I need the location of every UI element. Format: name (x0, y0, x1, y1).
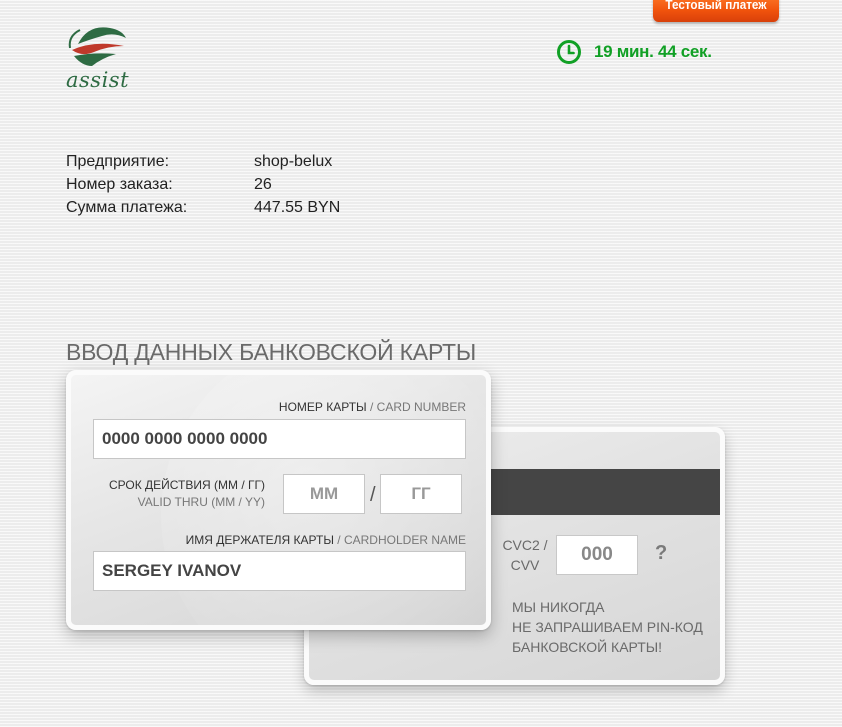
cardholder-label: ИМЯ ДЕРЖАТЕЛЯ КАРТЫ / CARDHOLDER NAME (186, 533, 466, 547)
pin-warning: МЫ НИКОГДА НЕ ЗАПРАШИВАЕМ PIN-КОД БАНКОВ… (512, 599, 703, 655)
cvc-input[interactable]: 000 (556, 535, 638, 575)
card-number-label-en: / CARD NUMBER (366, 400, 466, 414)
cardholder-input[interactable]: SERGEY IVANOV (93, 551, 466, 591)
order-number-value: 26 (254, 176, 272, 193)
session-timer: 19 мин. 44 сек. (556, 39, 712, 65)
merchant-label: Предприятие: (66, 153, 170, 170)
card-number-label: НОМЕР КАРТЫ / CARD NUMBER (279, 400, 466, 414)
cvc-help-icon[interactable]: ? (655, 542, 667, 565)
expiry-year-input[interactable]: ГГ (380, 474, 462, 514)
timer-text: 19 мин. 44 сек. (594, 42, 712, 61)
clock-icon (557, 40, 581, 64)
card-number-input[interactable]: 0000 0000 0000 0000 (93, 419, 466, 459)
cardholder-label-en: / CARDHOLDER NAME (333, 533, 466, 547)
card-front: НОМЕР КАРТЫ / CARD NUMBER 0000 0000 0000… (66, 370, 491, 630)
expiry-label: СРОК ДЕЙСТВИЯ (ММ / ГГ) VALID THRU (MM /… (109, 477, 265, 511)
expiry-slash: / (370, 484, 376, 506)
section-title: ВВОД ДАННЫХ БАНКОВСКОЙ КАРТЫ (66, 339, 477, 365)
expiry-label-ru: СРОК ДЕЙСТВИЯ (ММ / ГГ) (108, 478, 265, 492)
logo-emblem-icon (68, 27, 126, 66)
cvc-label: CVC2 / CVV (502, 537, 548, 573)
merchant-value: shop-belux (254, 153, 333, 170)
card-number-label-ru: НОМЕР КАРТЫ (278, 400, 367, 414)
logo-text: assist (66, 68, 130, 92)
order-number-label: Номер заказа: (66, 176, 173, 193)
payment-amount-value: 447.55 BYN (254, 199, 341, 216)
payment-amount-label: Сумма платежа: (66, 199, 188, 216)
cardholder-label-ru: ИМЯ ДЕРЖАТЕЛЯ КАРТЫ (185, 533, 334, 547)
assist-logo: assist (64, 22, 134, 94)
test-payment-badge: Тестовый платеж (653, 0, 779, 22)
expiry-month-input[interactable]: ММ (283, 474, 365, 514)
expiry-label-en: VALID THRU (MM / YY) (137, 495, 265, 509)
